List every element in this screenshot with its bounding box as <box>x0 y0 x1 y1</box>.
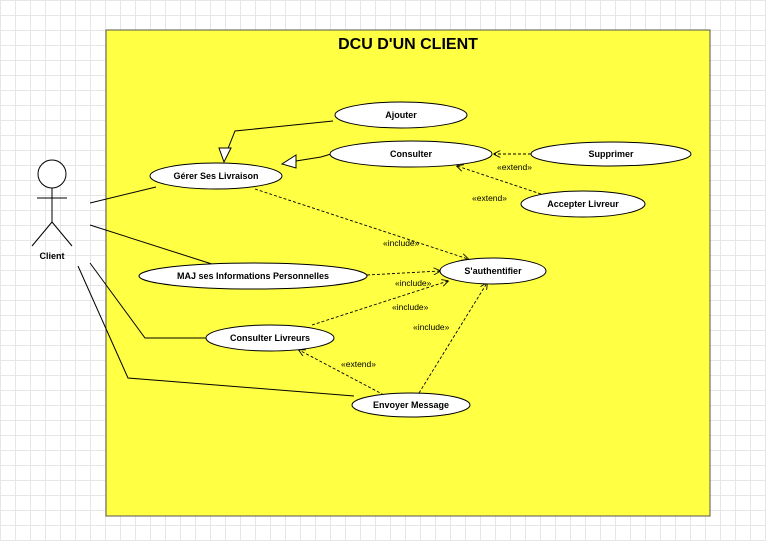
actor-right-leg <box>51 221 73 247</box>
use-case-authentifier[interactable]: S'authentifier <box>439 257 547 285</box>
actor-client[interactable]: Client <box>31 159 73 261</box>
extend-label-envoyer: «extend» <box>341 359 376 369</box>
svg-text:Consulter Livreurs: Consulter Livreurs <box>230 333 310 343</box>
use-case-maj-infos[interactable]: MAJ ses Informations Personnelles <box>138 262 368 290</box>
actor-left-leg <box>31 221 53 247</box>
use-case-diagram: DCU D'UN CLIENT Client «extend» «extend»… <box>31 29 711 517</box>
use-case-supprimer[interactable]: Supprimer <box>530 141 692 167</box>
svg-text:Consulter: Consulter <box>390 149 433 159</box>
extend-label-supprimer: «extend» <box>497 162 532 172</box>
use-case-consulter[interactable]: Consulter <box>329 140 493 168</box>
svg-text:MAJ ses Informations Personnel: MAJ ses Informations Personnelles <box>177 271 329 281</box>
use-case-envoyer-message[interactable]: Envoyer Message <box>351 392 471 418</box>
svg-text:S'authentifier: S'authentifier <box>464 266 522 276</box>
actor-head <box>37 159 67 189</box>
svg-text:Supprimer: Supprimer <box>588 149 634 159</box>
include-label-consulter-livreurs: «include» <box>392 302 429 312</box>
use-case-consulter-livreurs[interactable]: Consulter Livreurs <box>205 324 335 352</box>
system-title: DCU D'UN CLIENT <box>338 36 478 53</box>
svg-text:Gérer Ses Livraison: Gérer Ses Livraison <box>173 171 258 181</box>
svg-text:Envoyer Message: Envoyer Message <box>373 400 449 410</box>
extend-label-accepter: «extend» <box>472 193 507 203</box>
include-label-gerer: «include» <box>383 238 420 248</box>
include-label-envoyer: «include» <box>413 322 450 332</box>
use-case-gerer-livraison[interactable]: Gérer Ses Livraison <box>149 162 283 190</box>
use-case-accepter-livreur[interactable]: Accepter Livreur <box>520 190 646 218</box>
include-label-maj: «include» <box>395 278 432 288</box>
svg-text:Accepter Livreur: Accepter Livreur <box>547 199 619 209</box>
svg-text:Ajouter: Ajouter <box>385 110 417 120</box>
actor-label: Client <box>39 251 64 261</box>
use-case-ajouter[interactable]: Ajouter <box>334 101 468 129</box>
